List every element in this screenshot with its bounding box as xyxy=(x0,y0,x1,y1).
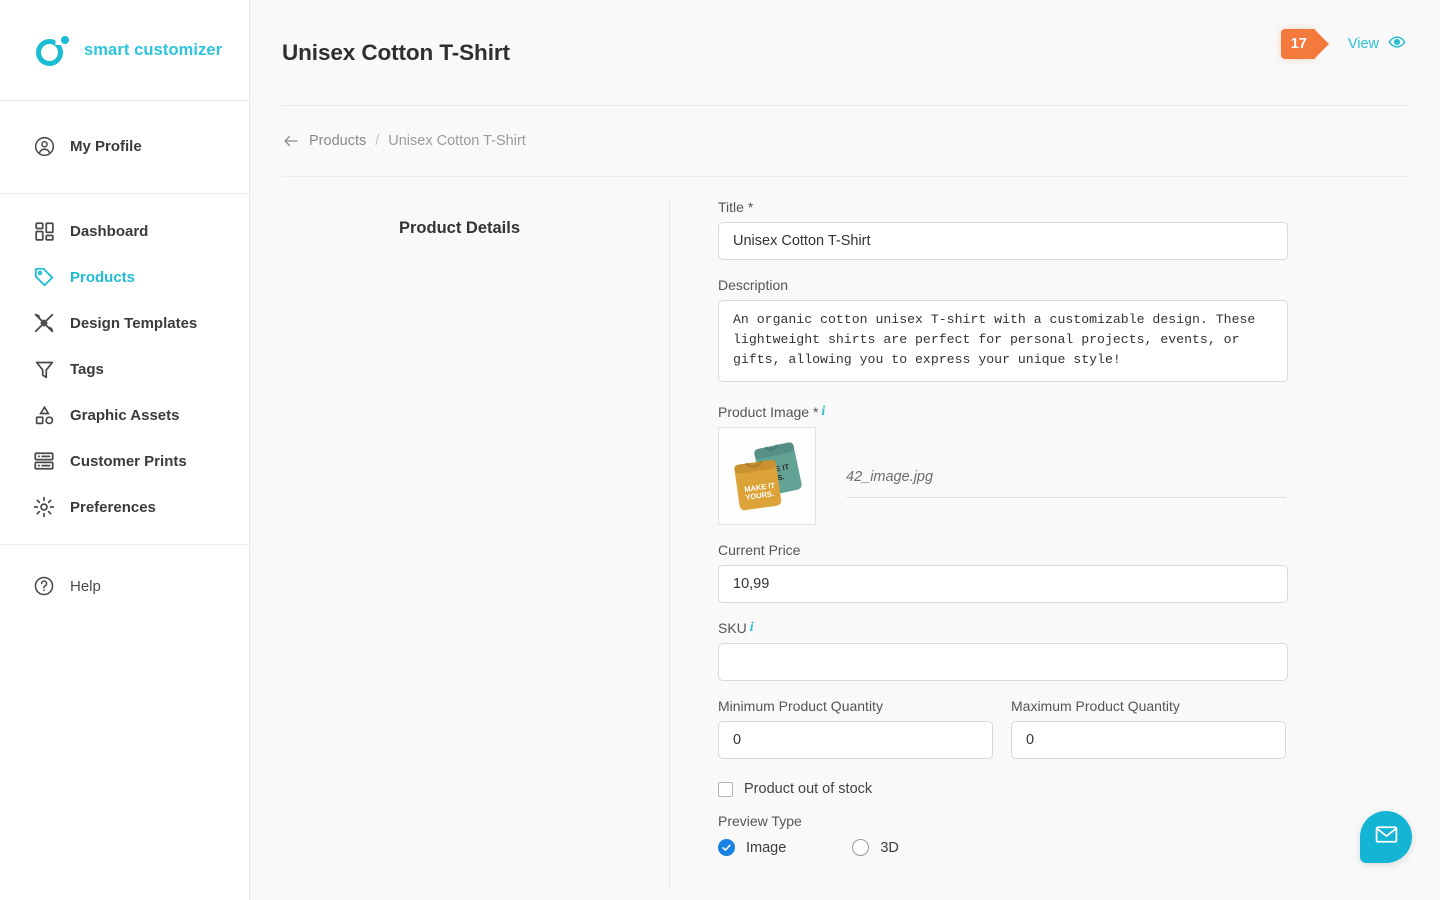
product-image-thumbnail[interactable]: KE IT RS. MAKE IT YOURS. xyxy=(718,427,816,525)
out-of-stock-row[interactable]: Product out of stock xyxy=(718,781,1440,797)
dashboard-icon xyxy=(31,218,57,244)
envelope-icon xyxy=(1374,822,1399,852)
help-circle-icon xyxy=(31,573,57,599)
description-field-group: Description xyxy=(718,277,1440,387)
sidebar-item-label: Customer Prints xyxy=(70,452,187,470)
shapes-icon xyxy=(31,402,57,428)
sidebar-item-label: Graphic Assets xyxy=(70,406,180,424)
preview-type-option-label: Image xyxy=(746,839,787,856)
design-templates-icon xyxy=(31,310,57,336)
product-image-row: KE IT RS. MAKE IT YOURS. 42_image.jpg xyxy=(718,427,1440,525)
preview-type-option-image[interactable]: Image xyxy=(718,839,786,856)
content-area: Product Details Title * Description Prod… xyxy=(250,177,1440,889)
sku-label: SKU i xyxy=(718,620,1440,636)
breadcrumb-separator: / xyxy=(375,133,380,149)
page-title: Unisex Cotton T-Shirt xyxy=(282,39,510,65)
header-actions: 17 View xyxy=(1280,29,1406,59)
tag-icon xyxy=(31,264,57,290)
sidebar-item-label: Help xyxy=(70,577,101,595)
min-quantity-label: Minimum Product Quantity xyxy=(718,698,883,714)
sku-label-text: SKU xyxy=(718,620,747,636)
sidebar-item-design-templates[interactable]: Design Templates xyxy=(0,300,249,346)
out-of-stock-label: Product out of stock xyxy=(744,781,873,797)
brand-logo[interactable]: smart customizer xyxy=(0,0,249,101)
sidebar-item-label: Design Templates xyxy=(70,314,198,332)
file-name-wrap: 42_image.jpg xyxy=(846,427,1440,498)
product-image-group: Product Image * i KE IT RS. MAKE IT YOUR… xyxy=(718,404,1440,525)
current-price-label: Current Price xyxy=(718,542,801,558)
max-quantity-input[interactable] xyxy=(1011,721,1286,759)
user-circle-icon xyxy=(31,133,57,159)
breadcrumb: Products / Unisex Cotton T-Shirt xyxy=(250,106,1440,176)
title-field-group: Title * xyxy=(718,199,1440,260)
preview-type-option-label: 3D xyxy=(880,839,899,856)
title-input[interactable] xyxy=(718,222,1288,260)
sidebar-item-help[interactable]: Help xyxy=(0,563,249,609)
radio-image[interactable] xyxy=(718,839,735,856)
sidebar-item-preferences[interactable]: Preferences xyxy=(0,484,249,530)
view-button[interactable]: View xyxy=(1348,33,1406,55)
sidebar-main-group: Dashboard Products Design Templates Tags… xyxy=(0,194,249,545)
sku-group: SKU i xyxy=(718,620,1440,681)
arrow-left-icon[interactable] xyxy=(282,132,300,150)
sku-input[interactable] xyxy=(718,643,1288,681)
chat-support-button[interactable] xyxy=(1360,811,1412,863)
breadcrumb-current: Unisex Cotton T-Shirt xyxy=(388,133,526,149)
sidebar-item-graphic-assets[interactable]: Graphic Assets xyxy=(0,392,249,438)
sidebar-help-group: Help xyxy=(0,545,249,627)
quantity-row: Minimum Product Quantity Maximum Product… xyxy=(718,698,1440,773)
min-quantity-input[interactable] xyxy=(718,721,993,759)
out-of-stock-checkbox[interactable] xyxy=(718,781,733,797)
sidebar-profile-group: My Profile xyxy=(0,101,249,194)
sidebar-item-my-profile[interactable]: My Profile xyxy=(0,123,249,169)
product-details-panel: Product Details xyxy=(250,199,670,889)
sidebar-item-label: Products xyxy=(70,268,136,286)
page-header: Unisex Cotton T-Shirt 17 View xyxy=(250,0,1440,105)
preview-type-options: Image 3D xyxy=(718,839,1440,856)
eye-icon xyxy=(1388,33,1406,55)
gear-icon xyxy=(31,494,57,520)
description-textarea[interactable] xyxy=(718,300,1288,382)
sidebar-item-label: My Profile xyxy=(70,137,142,155)
product-form: Title * Description Product Image *i xyxy=(670,199,1440,889)
current-price-input[interactable] xyxy=(718,565,1288,603)
description-label: Description xyxy=(718,277,789,293)
product-image-label-text: Product Image * xyxy=(718,404,819,420)
min-quantity-group: Minimum Product Quantity xyxy=(718,698,993,759)
main-content: Unisex Cotton T-Shirt 17 View Products /… xyxy=(250,0,1440,900)
smart-customizer-logo-icon xyxy=(36,33,70,67)
current-price-group: Current Price xyxy=(718,542,1440,603)
product-image-filename[interactable]: 42_image.jpg xyxy=(846,469,1286,498)
sidebar: smart customizer My Profile Dashboard Pr… xyxy=(0,0,250,900)
sidebar-item-dashboard[interactable]: Dashboard xyxy=(0,208,249,254)
sidebar-item-label: Preferences xyxy=(70,498,156,516)
preview-type-group: Preview Type Image 3D xyxy=(718,813,1440,856)
prints-icon xyxy=(31,448,57,474)
status-badge[interactable]: 17 xyxy=(1280,29,1330,59)
filter-icon xyxy=(31,356,57,382)
info-icon[interactable]: i xyxy=(821,404,825,419)
max-quantity-group: Maximum Product Quantity xyxy=(1011,698,1286,759)
app-root: smart customizer My Profile Dashboard Pr… xyxy=(0,0,1440,900)
section-title: Product Details xyxy=(398,219,521,237)
view-button-label: View xyxy=(1347,36,1379,52)
title-label: Title * xyxy=(718,199,754,215)
radio-3d[interactable] xyxy=(852,839,870,856)
product-image-label: Product Image * i xyxy=(718,404,1440,420)
breadcrumb-link-products[interactable]: Products xyxy=(309,133,366,149)
max-quantity-label: Maximum Product Quantity xyxy=(1011,698,1180,714)
sidebar-item-label: Tags xyxy=(70,360,104,378)
preview-type-option-3d[interactable]: 3D xyxy=(852,839,899,856)
info-icon[interactable]: i xyxy=(750,620,754,635)
sidebar-item-label: Dashboard xyxy=(70,222,149,240)
sidebar-item-products[interactable]: Products xyxy=(0,254,249,300)
sidebar-item-tags[interactable]: Tags xyxy=(0,346,249,392)
preview-type-label: Preview Type xyxy=(718,813,802,829)
brand-name: smart customizer xyxy=(84,40,223,59)
sidebar-item-customer-prints[interactable]: Customer Prints xyxy=(0,438,249,484)
